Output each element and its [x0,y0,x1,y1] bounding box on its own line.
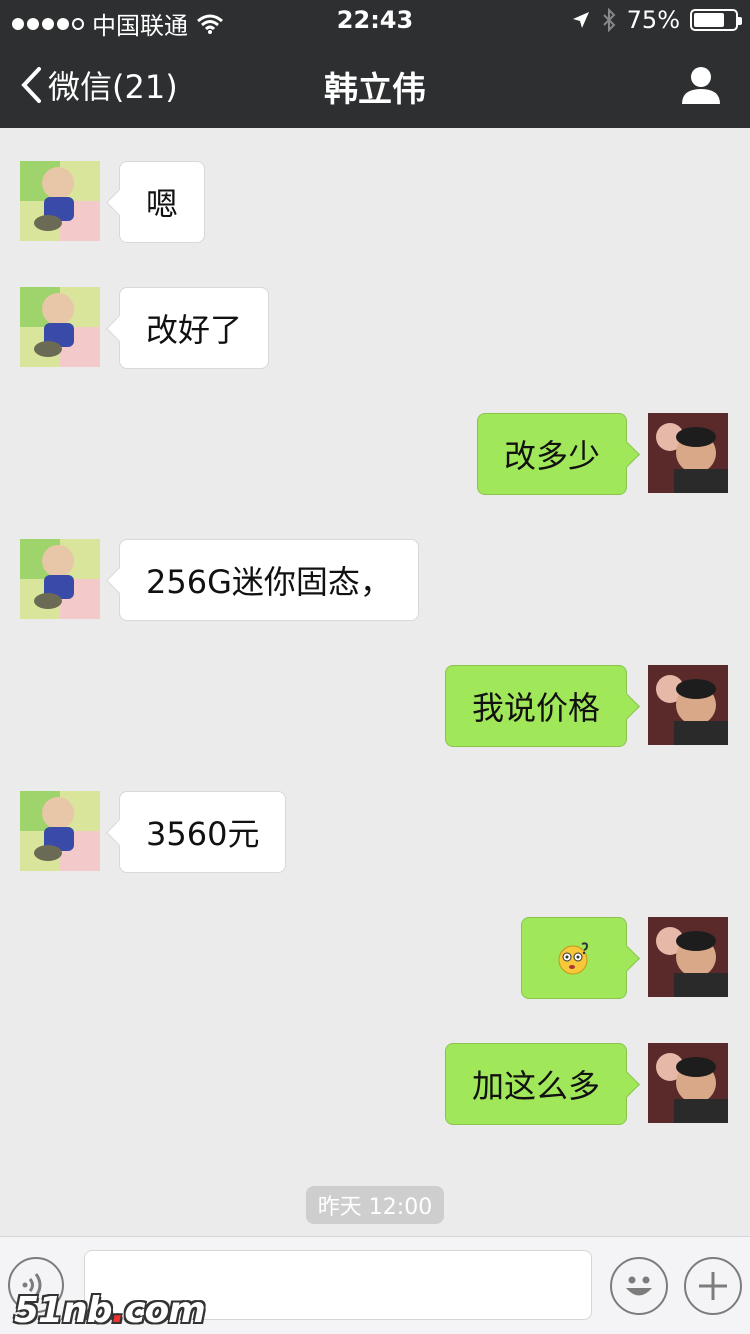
message-text: 3560元 [146,815,260,853]
battery-percent: 75% [626,6,680,34]
my-avatar[interactable] [648,917,728,997]
message-row: 嗯 [0,161,750,243]
my-avatar[interactable] [648,665,728,745]
outgoing-bubble[interactable]: 加这么多 [444,1043,627,1125]
my-avatar[interactable] [648,1043,728,1123]
contact-avatar[interactable] [20,791,100,871]
site-watermark: 51nb.com [14,1290,206,1331]
message-row: 我说价格 [0,665,750,747]
message-text: 改多少 [503,437,600,475]
message-text: 我说价格 [471,689,600,727]
bluetooth-icon [602,8,616,32]
message-row: 改多少 [0,413,750,495]
message-text: 256G迷你固态， [146,563,392,601]
battery-icon [690,9,742,31]
header: 中国联通 22:43 75% 微信(21) 韩立伟 [0,0,750,128]
outgoing-bubble[interactable] [521,917,627,999]
incoming-bubble[interactable]: 256G迷你固态， [119,539,419,621]
outgoing-bubble[interactable]: 我说价格 [444,665,627,747]
outgoing-bubble[interactable]: 改多少 [476,413,627,495]
message-row: 3560元 [0,791,750,873]
message-text: 嗯 [146,185,179,223]
contact-avatar[interactable] [20,161,100,241]
message-text: 改好了 [146,311,243,349]
time-divider: 昨天 12:00 [306,1186,444,1224]
message-row: 改好了 [0,287,750,369]
message-row: 256G迷你固态， [0,539,750,621]
chat-title: 韩立伟 [324,70,426,110]
more-button[interactable] [684,1257,742,1315]
plus-icon [699,1272,727,1300]
nav-bar: 微信(21) 韩立伟 [0,40,750,128]
smiley-icon [626,1276,652,1296]
my-avatar[interactable] [648,413,728,493]
profile-icon[interactable] [680,64,722,106]
contact-avatar[interactable] [20,539,100,619]
incoming-bubble[interactable]: 嗯 [119,161,206,243]
incoming-bubble[interactable]: 改好了 [119,287,270,369]
status-bar: 中国联通 22:43 75% [0,0,750,40]
confused-face-emoji [558,942,589,975]
contact-avatar[interactable] [20,287,100,367]
location-arrow-icon [572,12,589,28]
status-right: 75% [571,6,742,34]
message-row: 加这么多 [0,1043,750,1125]
message-row [0,917,750,999]
incoming-bubble[interactable]: 3560元 [119,791,287,873]
emoji-button[interactable] [610,1257,668,1315]
message-text: 加这么多 [471,1067,600,1105]
